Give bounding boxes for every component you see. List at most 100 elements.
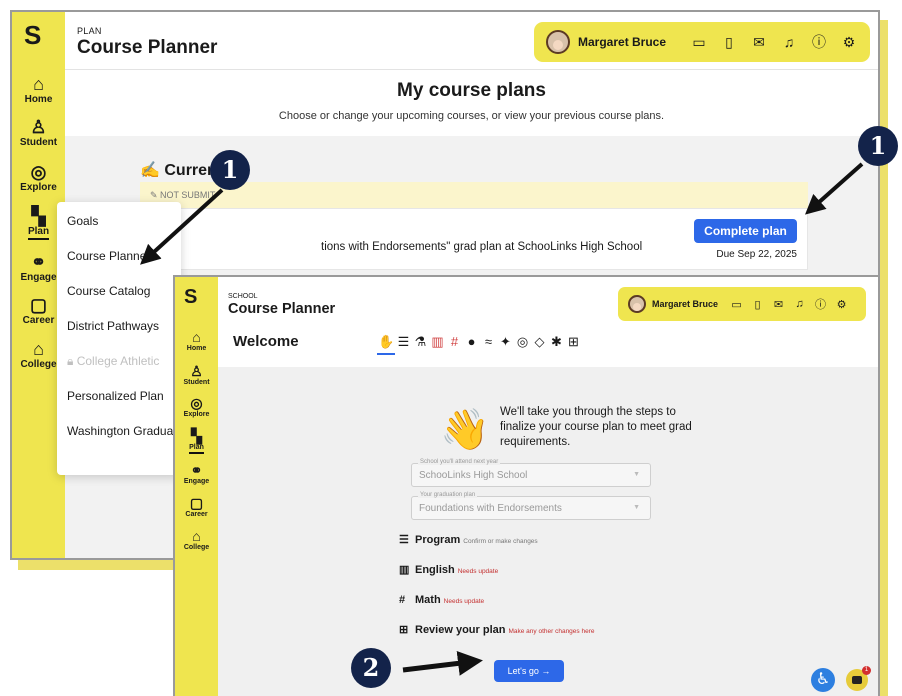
- elective-step-icon[interactable]: ◇: [531, 334, 548, 350]
- menu-item-course-planner[interactable]: Course Planner: [67, 249, 150, 263]
- menu-item-personalized-plan[interactable]: Personalized Plan: [67, 389, 164, 403]
- menu-item-course-catalog[interactable]: Course Catalog: [67, 284, 150, 298]
- student-icon: ♙: [190, 363, 203, 379]
- handshake-icon: ⚭: [190, 462, 203, 478]
- english-step-icon[interactable]: ▥: [429, 334, 446, 350]
- due-date: Due Sep 22, 2025: [716, 249, 797, 260]
- grid-icon: ⊞: [399, 624, 409, 636]
- plan-description: tions with Endorsements" grad plan at Sc…: [321, 241, 643, 253]
- home-icon: ⌂: [192, 329, 201, 345]
- welcome-heading: Welcome: [233, 333, 299, 350]
- help-icon[interactable]: ⓘ: [812, 296, 829, 312]
- nav-item-explore[interactable]: ◎ Explore: [175, 395, 218, 418]
- lock-icon: 🔒︎: [67, 354, 77, 368]
- nav-item-career[interactable]: ▢ Career: [175, 495, 218, 518]
- help-icon[interactable]: ⓘ: [808, 32, 830, 52]
- math-step-icon[interactable]: #: [446, 334, 463, 350]
- plans-heading: My course plans: [397, 80, 546, 101]
- user-name[interactable]: Margaret Bruce: [578, 35, 666, 49]
- nav-item-home[interactable]: ⌂ Home: [175, 329, 218, 352]
- current-plan-card: tions with Endorsements" grad plan at Sc…: [140, 208, 808, 270]
- review-step-icon[interactable]: ⊞: [565, 334, 582, 350]
- section-label: SCHOOL: [228, 293, 258, 300]
- plan-submenu: Goals Course Planner Course Catalog Dist…: [57, 202, 181, 475]
- grad-plan-select-label: Your graduation plan: [418, 492, 478, 498]
- nav-item-engage[interactable]: ⚭ Engage: [175, 462, 218, 485]
- document-icon[interactable]: ▯: [718, 34, 740, 51]
- current-plan-heading: ✍ Curren: [140, 162, 217, 179]
- program-icon: ☰: [399, 534, 409, 546]
- callout-2-lets-go: 2: [351, 648, 391, 688]
- globe-step-icon[interactable]: ●: [463, 334, 480, 350]
- pe-step-icon[interactable]: ✦: [497, 334, 514, 350]
- briefcase-icon: ▢: [189, 495, 204, 511]
- wave-step-icon[interactable]: ✋: [378, 334, 395, 350]
- notification-badge: 1: [862, 666, 871, 675]
- arts-step-icon[interactable]: ≈: [480, 334, 497, 350]
- menu-item-goals[interactable]: Goals: [67, 214, 98, 228]
- nav-item-college[interactable]: ⌂ College: [175, 528, 218, 551]
- wallet-icon[interactable]: ▭: [688, 34, 710, 51]
- nav-item-student[interactable]: ♙ Student: [12, 117, 65, 148]
- school-select-label: School you'll attend next year: [418, 459, 501, 465]
- lets-go-button[interactable]: Let's go →: [494, 660, 564, 682]
- mail-icon[interactable]: ✉: [770, 298, 787, 311]
- page-header: PLAN Course Planner Margaret Bruce ▭ ▯ ✉…: [65, 12, 878, 70]
- page-header: SCHOOL Course Planner Welcome Margaret B…: [218, 277, 878, 367]
- avatar[interactable]: [628, 295, 646, 313]
- science-step-icon[interactable]: ⚗: [412, 334, 429, 350]
- user-name[interactable]: Margaret Bruce: [652, 299, 718, 309]
- plans-subheading: Choose or change your upcoming courses, …: [278, 110, 665, 122]
- chat-button[interactable]: 1: [846, 666, 871, 691]
- document-icon[interactable]: ▯: [749, 298, 766, 311]
- step-icon-tabs: ✋ ☰ ⚗ ▥ # ● ≈ ✦ ◎ ◇ ✱ ⊞: [378, 334, 582, 350]
- menu-item-district-pathways[interactable]: District Pathways: [67, 319, 159, 333]
- user-toolbar: Margaret Bruce ▭ ▯ ✉ ♫ ⓘ ⚙: [534, 22, 870, 62]
- avatar[interactable]: [546, 30, 570, 54]
- grad-plan-select[interactable]: Your graduation plan Foundations with En…: [411, 492, 651, 520]
- callout-1-complete-plan: 1: [858, 126, 898, 166]
- nav-item-plan[interactable]: ▚ Plan: [175, 428, 218, 454]
- main-content: SCHOOL Course Planner Welcome Margaret B…: [218, 277, 878, 696]
- step-math[interactable]: # Math Needs update: [399, 594, 484, 606]
- menu-item-washington-graduation[interactable]: Washington Graduati: [67, 424, 179, 438]
- active-step-indicator: [377, 353, 395, 355]
- settings-icon[interactable]: ⚙: [838, 34, 860, 51]
- plans-heading-area: My course plans Choose or change your up…: [65, 70, 878, 136]
- accessibility-icon[interactable]: ♿︎: [811, 668, 835, 692]
- settings-icon[interactable]: ⚙: [833, 298, 850, 311]
- nav-item-home[interactable]: ⌂ Home: [12, 74, 65, 105]
- compass-icon: ◎: [190, 395, 203, 411]
- step-english[interactable]: ▥ English Needs update: [399, 563, 498, 576]
- program-step-icon[interactable]: ☰: [395, 334, 412, 350]
- page-title: Course Planner: [77, 37, 218, 58]
- step-program[interactable]: ☰ Program Confirm or make changes: [399, 533, 538, 546]
- wallet-icon[interactable]: ▭: [728, 298, 745, 311]
- health-step-icon[interactable]: ◎: [514, 334, 531, 350]
- chevron-down-icon: ▼: [633, 471, 640, 478]
- schoolinks-logo: S: [24, 20, 42, 50]
- user-toolbar: Margaret Bruce ▭ ▯ ✉ ♫ ⓘ ⚙: [618, 287, 866, 321]
- mail-icon[interactable]: ✉: [748, 34, 770, 51]
- step-review-plan[interactable]: ⊞ Review your plan Make any other changes …: [399, 623, 594, 636]
- welcome-window: S ⌂ Home ♙ Student ◎ Explore ▚ Plan ⚭ En…: [173, 275, 880, 696]
- school-select[interactable]: School you'll attend next year SchooLink…: [411, 459, 651, 487]
- college-icon: ⌂: [192, 528, 201, 544]
- chat-icon: [852, 676, 862, 684]
- english-icon: ▥: [399, 564, 410, 576]
- other-step-icon[interactable]: ✱: [548, 334, 565, 350]
- home-icon: ⌂: [33, 74, 44, 94]
- intro-text: We'll take you through the steps to fina…: [500, 406, 692, 448]
- bell-icon[interactable]: ♫: [778, 34, 800, 50]
- compass-icon: ◎: [30, 162, 47, 182]
- edit-icon: ✎: [150, 190, 161, 200]
- grad-plan-select-value: Foundations with Endorsements: [419, 503, 562, 514]
- student-icon: ♙: [30, 117, 47, 137]
- nav-item-student[interactable]: ♙ Student: [175, 363, 218, 386]
- bell-icon[interactable]: ♫: [791, 298, 808, 310]
- nav-item-explore[interactable]: ◎ Explore: [12, 162, 65, 193]
- math-icon: #: [399, 594, 406, 606]
- map-icon: ▚: [191, 428, 202, 444]
- complete-plan-button[interactable]: Complete plan: [694, 219, 797, 243]
- not-submitted-label: NOT SUBMIT: [160, 190, 216, 200]
